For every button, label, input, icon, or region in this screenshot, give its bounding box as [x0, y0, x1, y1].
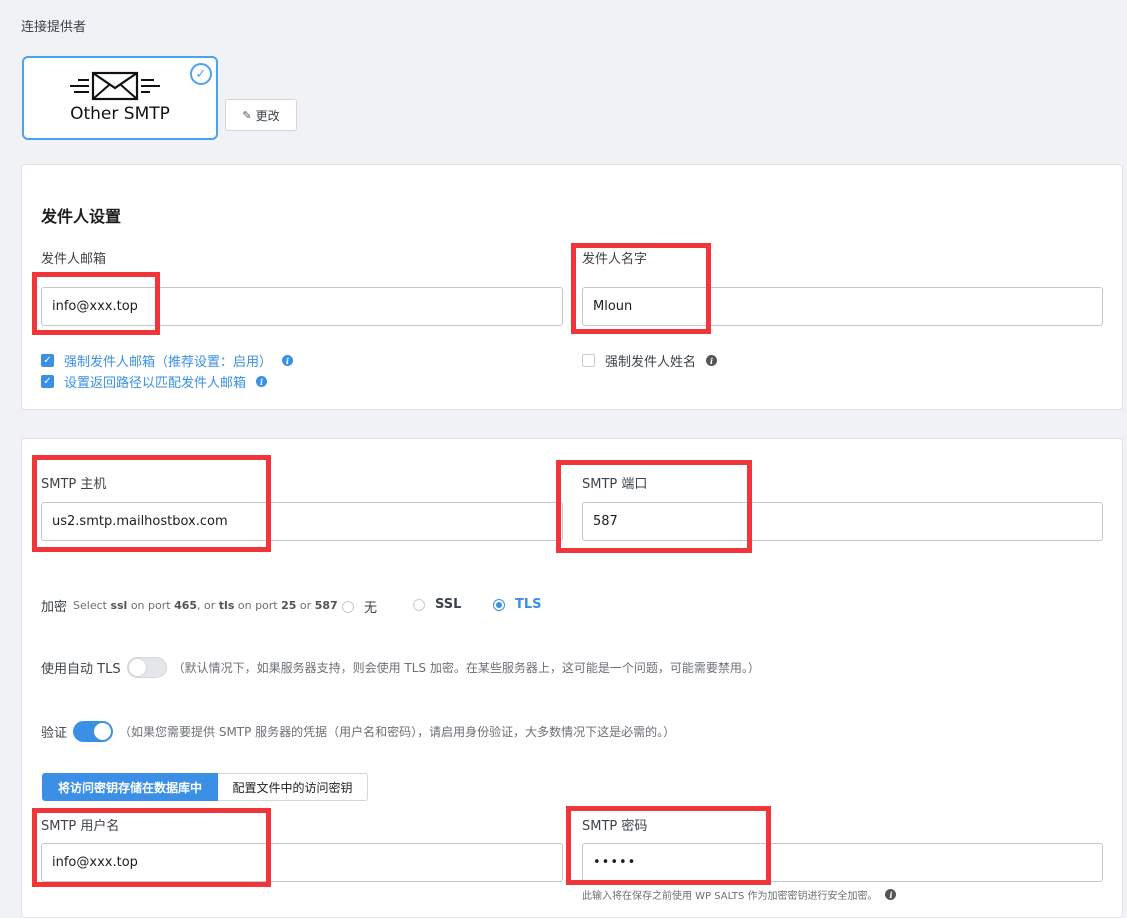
force-sender-name-checkbox[interactable]: [582, 354, 595, 367]
auto-tls-toggle[interactable]: [126, 657, 167, 678]
tab-db-keys[interactable]: 将访问密钥存储在数据库中: [42, 773, 218, 801]
pencil-icon: ✎: [242, 108, 252, 122]
smtp-username-label: SMTP 用户名: [41, 819, 120, 834]
force-sender-name-label: 强制发件人姓名: [605, 355, 697, 370]
smtp-port-input[interactable]: 587: [582, 502, 1103, 541]
radio-tls[interactable]: [493, 598, 505, 611]
auth-label: 验证: [41, 726, 68, 741]
change-button-label: 更改: [255, 108, 280, 123]
info-icon[interactable]: i: [256, 376, 268, 387]
return-path-checkbox[interactable]: ✓: [41, 375, 54, 388]
sender-name-input[interactable]: Mloun: [582, 287, 1103, 326]
info-icon[interactable]: i: [282, 355, 294, 366]
smtp-port-label: SMTP 端口: [582, 477, 648, 492]
return-path-label: 设置返回路径以匹配发件人邮箱: [64, 376, 247, 391]
password-help-row: 此输入将在保存之前使用 WP SALTS 作为加密密钥进行安全加密。 i: [582, 887, 897, 902]
smtp-host-input[interactable]: us2.smtp.mailhostbox.com: [41, 502, 563, 541]
encryption-label: 加密: [41, 600, 68, 615]
check-circle-icon: ✓: [190, 63, 212, 85]
encryption-option-ssl-label: SSL: [435, 597, 462, 612]
encryption-hint: Select ssl on port 465, or tls on port 2…: [73, 599, 338, 612]
encryption-option-none-label: 无: [364, 601, 378, 616]
smtp-password-input[interactable]: •••••: [582, 843, 1103, 882]
info-icon[interactable]: i: [706, 355, 718, 366]
sender-settings-heading: 发件人设置: [41, 207, 122, 226]
sender-email-input[interactable]: info@xxx.top: [41, 287, 563, 326]
tab-config-keys[interactable]: 配置文件中的访问密钥: [218, 773, 368, 801]
auth-row: 验证 （如果您需要提供 SMTP 服务器的凭据（用户名和密码），请启用身份验证，…: [41, 721, 675, 742]
encryption-option-none[interactable]: 无: [342, 597, 377, 616]
auto-tls-row: 使用自动 TLS （默认情况下，如果服务器支持，则会使用 TLS 加密。在某些服…: [41, 657, 760, 678]
auth-toggle[interactable]: [73, 721, 114, 742]
encryption-option-ssl[interactable]: SSL: [413, 597, 461, 612]
access-key-tabs: 将访问密钥存储在数据库中 配置文件中的访问密钥: [42, 773, 368, 801]
section-title: 连接提供者: [21, 20, 87, 35]
auto-tls-note: （默认情况下，如果服务器支持，则会使用 TLS 加密。在某些服务器上，这可能是一…: [172, 661, 760, 675]
radio-none[interactable]: [342, 600, 354, 613]
encryption-option-tls[interactable]: TLS: [493, 597, 542, 612]
auth-note: （如果您需要提供 SMTP 服务器的凭据（用户名和密码），请启用身份验证，大多数…: [119, 725, 676, 739]
envelope-icon: [70, 71, 160, 101]
force-sender-email-checkbox[interactable]: ✓: [41, 354, 54, 367]
provider-card-other-smtp[interactable]: Other SMTP ✓: [22, 56, 218, 140]
smtp-host-label: SMTP 主机: [41, 477, 107, 492]
sender-email-label: 发件人邮箱: [41, 252, 107, 267]
radio-ssl[interactable]: [413, 598, 425, 611]
force-sender-email-option[interactable]: ✓ 强制发件人邮箱（推荐设置：启用） i: [41, 351, 294, 370]
return-path-option[interactable]: ✓ 设置返回路径以匹配发件人邮箱 i: [41, 372, 268, 391]
encryption-row: 加密 Select ssl on port 465, or tls on por…: [41, 596, 338, 615]
provider-name: Other SMTP: [70, 104, 170, 124]
change-provider-button[interactable]: ✎ 更改: [225, 99, 297, 131]
info-icon[interactable]: i: [885, 889, 897, 900]
force-sender-name-option[interactable]: 强制发件人姓名 i: [582, 351, 718, 370]
password-help-text: 此输入将在保存之前使用 WP SALTS 作为加密密钥进行安全加密。: [582, 891, 878, 902]
smtp-password-label: SMTP 密码: [582, 819, 648, 834]
auto-tls-label: 使用自动 TLS: [41, 662, 121, 677]
encryption-option-tls-label: TLS: [515, 597, 542, 612]
sender-name-label: 发件人名字: [582, 252, 648, 267]
force-sender-email-label: 强制发件人邮箱（推荐设置：启用）: [64, 355, 273, 370]
smtp-username-input[interactable]: info@xxx.top: [41, 843, 563, 882]
